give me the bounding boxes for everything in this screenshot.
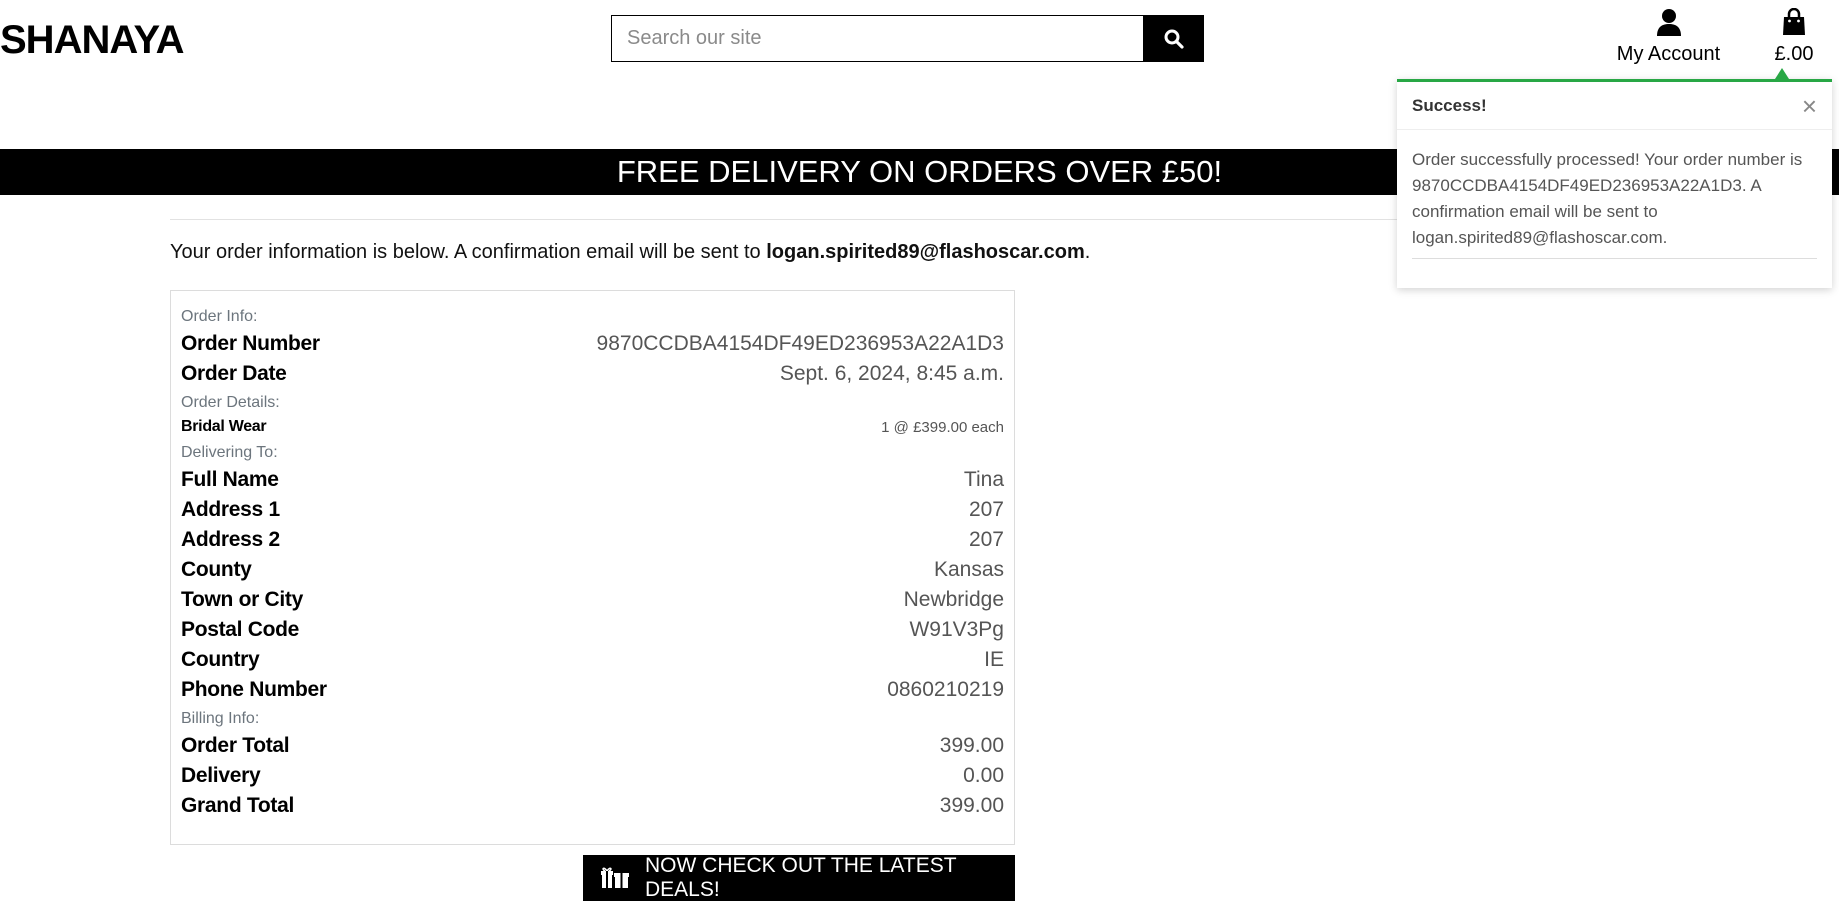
toast-header: Success! × [1397, 82, 1832, 130]
order-item-row: Bridal Wear 1 @ £399.00 each [181, 415, 1004, 439]
billing-label: Delivery [181, 764, 261, 787]
delivery-label: County [181, 558, 252, 581]
toast-title: Success! [1412, 95, 1487, 115]
delivery-value: Newbridge [903, 588, 1004, 611]
delivery-value: IE [984, 648, 1004, 671]
delivery-label: Country [181, 648, 260, 671]
order-date-value: Sept. 6, 2024, 8:45 a.m. [779, 362, 1004, 385]
my-account-label: My Account [1616, 43, 1721, 65]
delivery-row: Phone Number 0860210219 [181, 675, 1004, 705]
search-button[interactable] [1143, 15, 1204, 62]
bag-total: £.00 [1774, 43, 1814, 65]
billing-value: 399.00 [939, 794, 1004, 817]
delivery-row: Address 2 207 [181, 525, 1004, 555]
order-number-row: Order Number 9870CCDBA4154DF49ED236953A2… [181, 329, 1004, 359]
billing-value: 0.00 [963, 764, 1004, 787]
toast-message: Order successfully processed! Your order… [1412, 150, 1803, 247]
item-qty-price: 1 @ £399.00 each [881, 418, 1004, 436]
order-date-label: Order Date [181, 362, 287, 385]
order-number-value: 9870CCDBA4154DF49ED236953A22A1D3 [596, 332, 1004, 355]
item-name: Bridal Wear [181, 418, 267, 435]
delivery-row: Town or City Newbridge [181, 585, 1004, 615]
delivery-row: Postal Code W91V3Pg [181, 615, 1004, 645]
toast-divider [1412, 258, 1817, 259]
delivery-value: W91V3Pg [909, 618, 1004, 641]
order-summary: Order Info: Order Number 9870CCDBA4154DF… [170, 290, 1015, 845]
delivery-label: Postal Code [181, 618, 300, 641]
search-form [611, 15, 1204, 62]
delivery-value: Tina [963, 468, 1004, 491]
delivery-row: County Kansas [181, 555, 1004, 585]
billing-row: Order Total 399.00 [181, 731, 1004, 761]
intro-end: . [1084, 241, 1091, 263]
order-number-label: Order Number [181, 332, 320, 355]
shopping-bag-link[interactable]: £.00 [1772, 7, 1816, 66]
delivery-label: Address 2 [181, 528, 280, 551]
delivery-row: Country IE [181, 645, 1004, 675]
delivery-value: Kansas [933, 558, 1004, 581]
delivery-label: Town or City [181, 588, 304, 611]
success-toast: Success! × Order successfully processed!… [1397, 68, 1832, 288]
gift-icon [601, 866, 629, 890]
order-info-heading: Order Info: [181, 308, 258, 325]
billing-row: Delivery 0.00 [181, 761, 1004, 791]
order-intro: Your order information is below. A confi… [170, 241, 1090, 264]
confirmation-email: logan.spirited89@flashoscar.com [766, 241, 1085, 263]
billing-value: 399.00 [939, 734, 1004, 757]
billing-info-heading: Billing Info: [181, 710, 260, 727]
billing-label: Grand Total [181, 794, 294, 817]
delivery-value: 0860210219 [887, 678, 1004, 701]
shopping-bag-icon [1783, 7, 1805, 35]
delivery-label: Address 1 [181, 498, 280, 521]
delivery-row: Full Name Tina [181, 465, 1004, 495]
search-icon [1164, 29, 1184, 49]
delivering-to-heading: Delivering To: [181, 444, 278, 461]
latest-deals-button[interactable]: NOW CHECK OUT THE LATEST DEALS! [583, 854, 1015, 901]
site-logo[interactable]: SHANAYA [0, 14, 184, 66]
close-icon[interactable]: × [1802, 93, 1817, 119]
delivery-label: Phone Number [181, 678, 327, 701]
latest-deals-label: NOW CHECK OUT THE LATEST DEALS! [645, 854, 957, 901]
user-icon [1656, 9, 1681, 36]
order-details-heading: Order Details: [181, 394, 280, 411]
delivery-label: Full Name [181, 468, 279, 491]
search-input[interactable] [611, 15, 1143, 62]
my-account-link[interactable]: My Account [1615, 8, 1722, 66]
billing-row: Grand Total 399.00 [181, 791, 1004, 821]
delivery-row: Address 1 207 [181, 495, 1004, 525]
delivery-value: 207 [968, 528, 1004, 551]
delivery-value: 207 [968, 498, 1004, 521]
intro-text: Your order information is below. A confi… [170, 241, 767, 263]
toast-arrow [1775, 68, 1789, 79]
billing-label: Order Total [181, 734, 290, 757]
order-date-row: Order Date Sept. 6, 2024, 8:45 a.m. [181, 359, 1004, 389]
